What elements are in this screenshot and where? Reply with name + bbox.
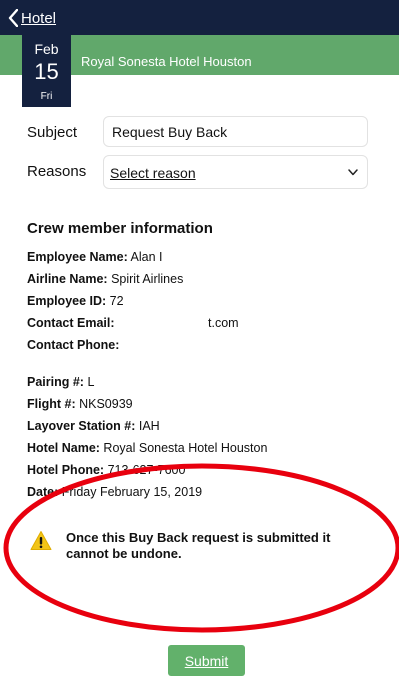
info-value: Royal Sonesta Hotel Houston: [103, 441, 268, 455]
info-row-employee-name: Employee Name: Alan I: [27, 250, 163, 264]
info-row-layover-station: Layover Station #: IAH: [27, 419, 160, 433]
reasons-select[interactable]: Select reason: [103, 155, 368, 189]
info-label: Flight #:: [27, 397, 76, 411]
info-value: NKS0939: [79, 397, 133, 411]
chevron-left-icon: [8, 9, 18, 27]
date-month: Feb: [34, 41, 59, 57]
subject-label: Subject: [27, 124, 78, 141]
info-label: Pairing #:: [27, 375, 84, 389]
info-label: Hotel Name:: [27, 441, 100, 455]
info-row-contact-phone: Contact Phone:: [27, 338, 119, 352]
subject-value: Request Buy Back: [112, 124, 228, 140]
info-row-date: Date: Friday February 15, 2019: [27, 485, 202, 499]
info-label: Employee Name:: [27, 250, 128, 264]
date-badge: Feb 15 Fri: [22, 35, 71, 107]
info-value: Friday February 15, 2019: [61, 485, 203, 499]
back-label[interactable]: Hotel: [21, 10, 56, 27]
info-label: Contact Phone:: [27, 338, 120, 352]
submit-button[interactable]: Submit: [168, 645, 245, 676]
info-row-hotel-name: Hotel Name: Royal Sonesta Hotel Houston: [27, 441, 267, 455]
info-label: Contact Email:: [27, 316, 115, 330]
date-weekday: Fri: [40, 91, 53, 102]
info-label: Date:: [27, 485, 59, 499]
info-row-hotel-phone: Hotel Phone: 713-627-7600: [27, 463, 185, 477]
info-row-employee-id: Employee ID: 72: [27, 294, 124, 308]
reasons-value: Select reason: [110, 165, 196, 181]
warning-message: Once this Buy Back request is submitted …: [66, 530, 331, 561]
info-value: 713-627-7600: [107, 463, 186, 477]
date-day: 15: [34, 59, 59, 84]
info-value: IAH: [138, 419, 160, 433]
info-row-contact-email: Contact Email: t.com: [27, 316, 239, 330]
info-row-flight: Flight #: NKS0939: [27, 397, 133, 411]
info-value: L: [87, 375, 95, 389]
top-nav-bar: [0, 0, 399, 35]
reasons-label: Reasons: [27, 163, 87, 180]
info-value: t.com: [208, 316, 239, 330]
info-value: 72: [109, 294, 124, 308]
chevron-down-icon: [348, 169, 358, 176]
hotel-name-title: Royal Sonesta Hotel Houston: [81, 54, 252, 69]
info-label: Hotel Phone:: [27, 463, 105, 477]
info-row-airline-name: Airline Name: Spirit Airlines: [27, 272, 183, 286]
info-label: Layover Station #:: [27, 419, 136, 433]
subject-field[interactable]: Request Buy Back: [103, 116, 368, 147]
info-value: Spirit Airlines: [111, 272, 184, 286]
warning-triangle-icon: [30, 531, 52, 550]
info-label: Employee ID:: [27, 294, 107, 308]
info-row-pairing: Pairing #: L: [27, 375, 94, 389]
info-label: Airline Name:: [27, 272, 108, 286]
crew-info-title: Crew member information: [27, 220, 213, 237]
back-button[interactable]: Hotel: [8, 7, 56, 29]
info-value: Alan I: [130, 250, 163, 264]
